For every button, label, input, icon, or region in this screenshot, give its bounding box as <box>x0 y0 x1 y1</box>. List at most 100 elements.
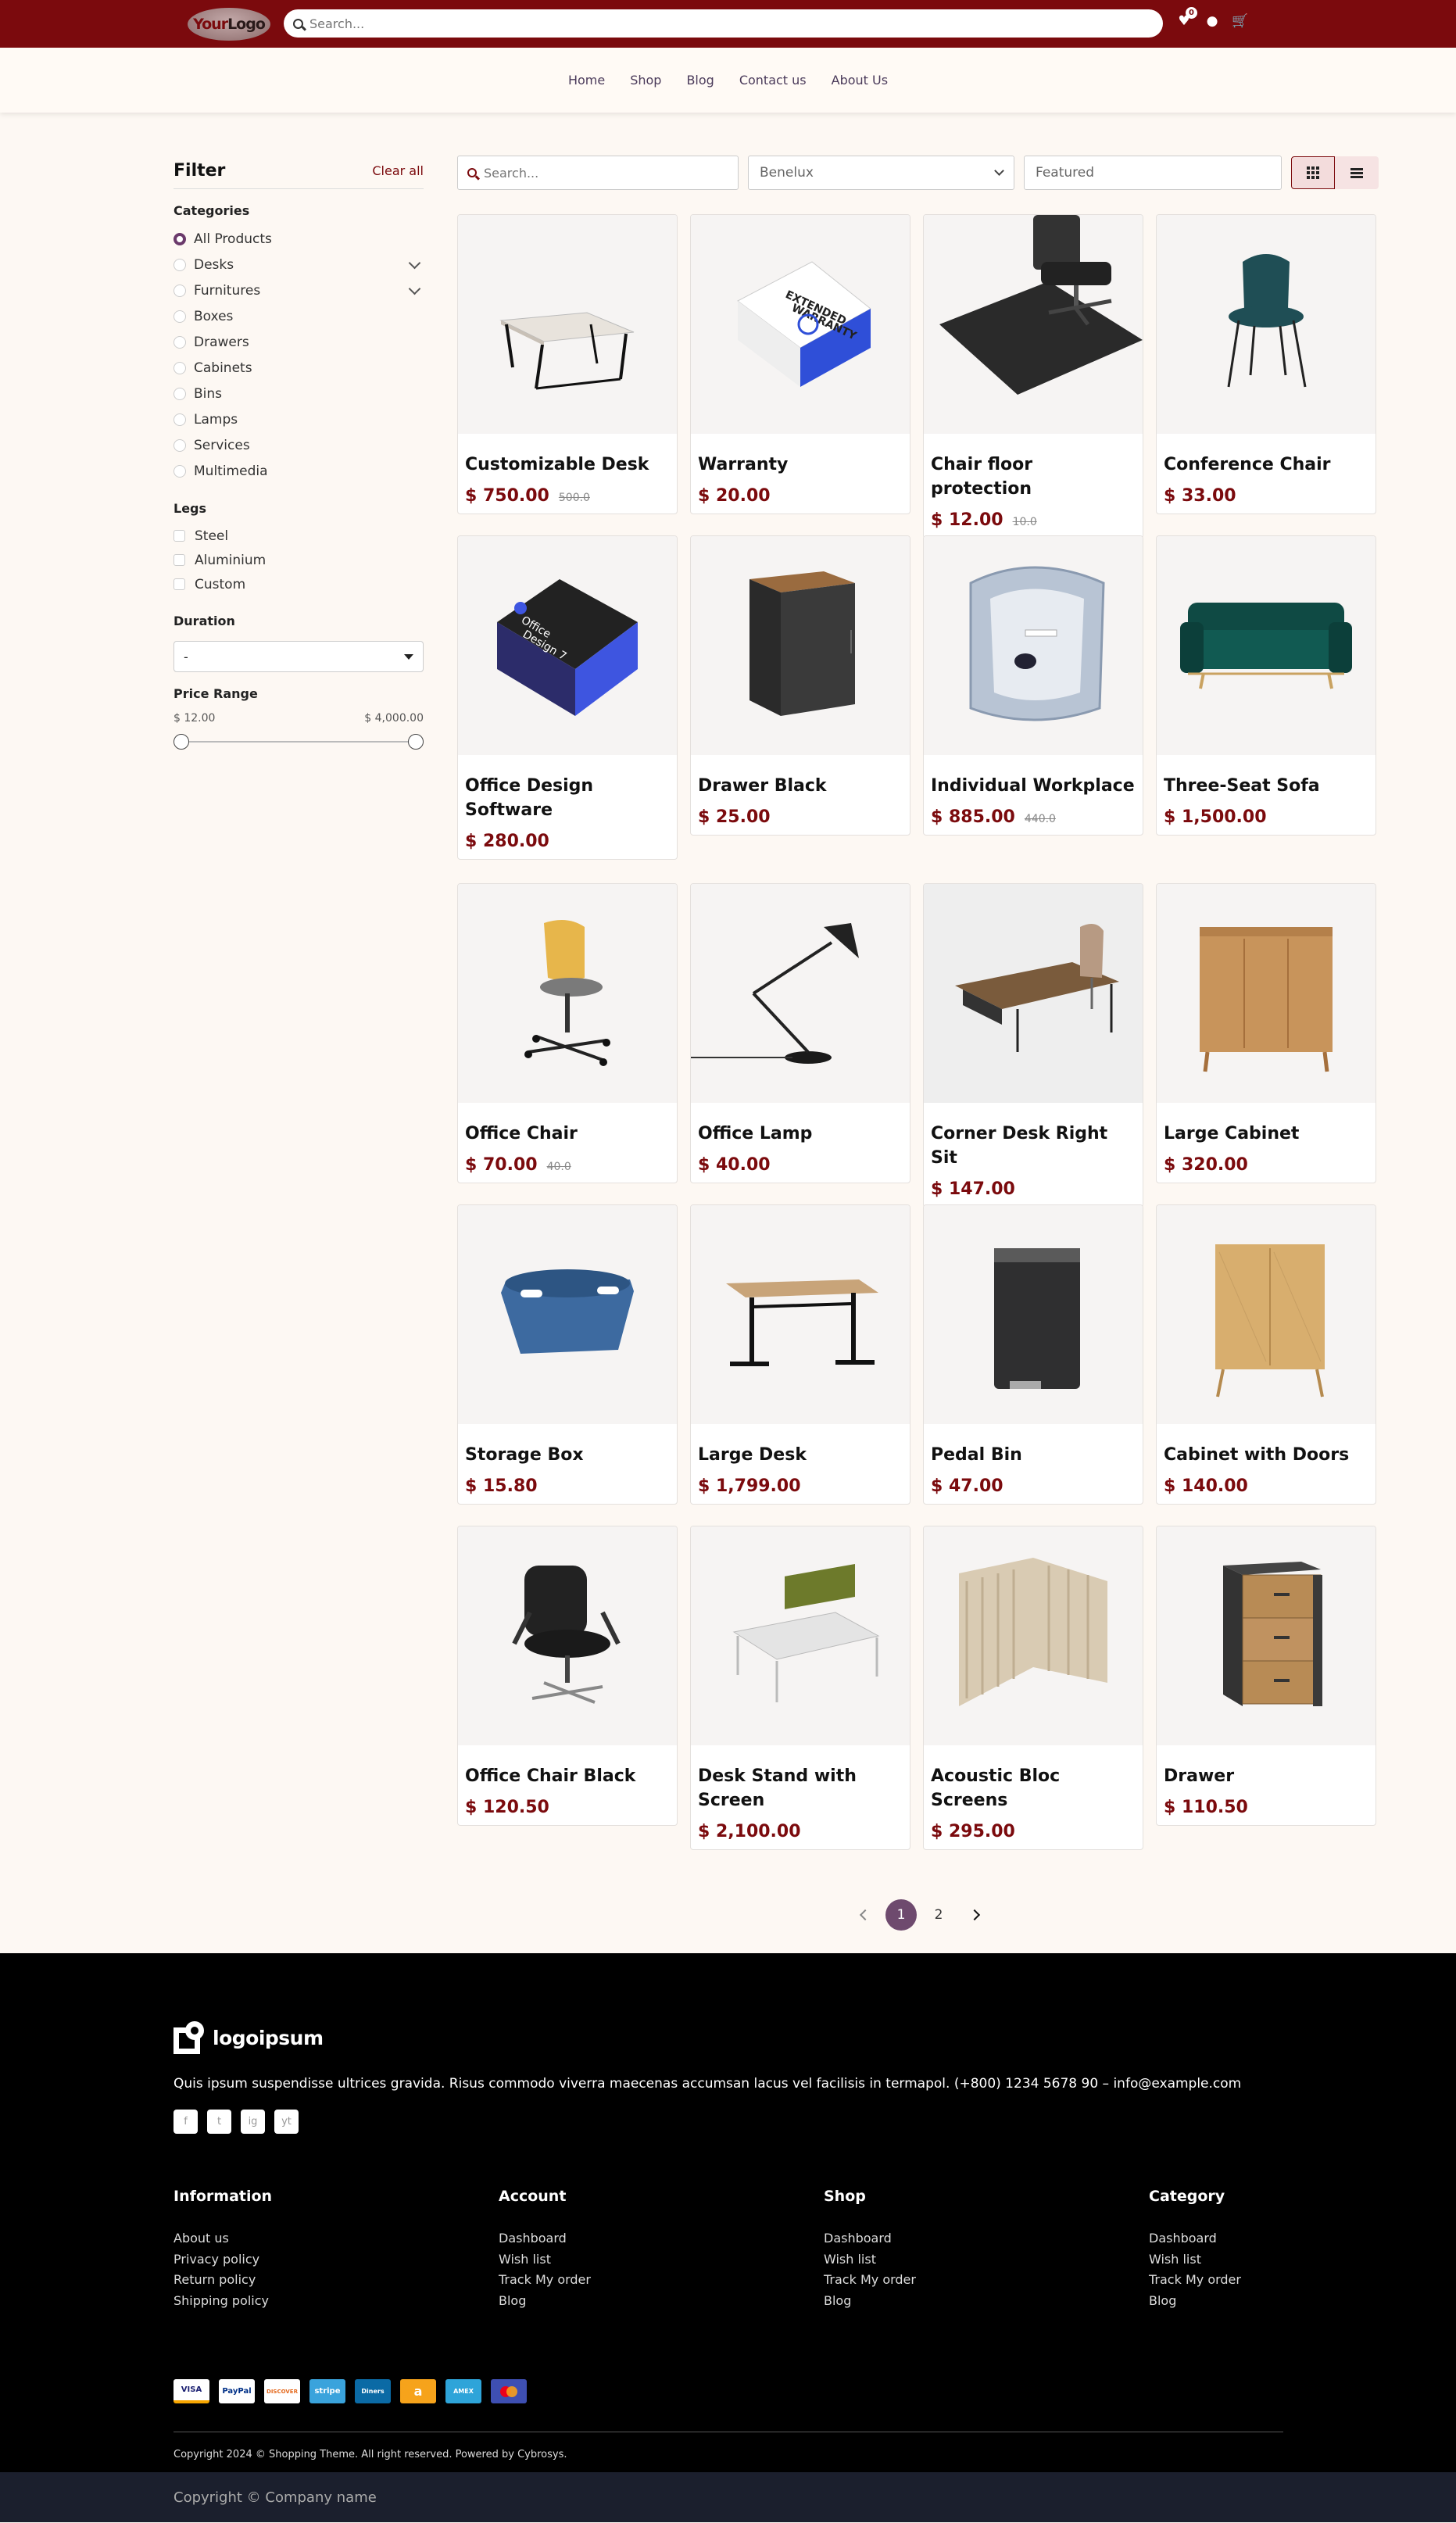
product-card[interactable]: Office Design 7 Office Design Software $ 28… <box>457 535 678 860</box>
radio-button[interactable] <box>174 361 186 374</box>
chevron-down-icon[interactable] <box>408 256 421 270</box>
legs-option[interactable]: Aluminium <box>174 548 424 572</box>
product-image[interactable] <box>924 1526 1143 1745</box>
product-image[interactable] <box>458 884 677 1103</box>
product-image[interactable] <box>1157 215 1376 434</box>
footer-link[interactable]: Shipping policy <box>174 2291 272 2312</box>
product-image[interactable] <box>924 884 1143 1103</box>
product-card[interactable]: Pedal Bin $ 47.00 <box>923 1204 1143 1505</box>
radio-button[interactable] <box>174 387 186 400</box>
product-image[interactable] <box>1157 1526 1376 1745</box>
product-card[interactable]: Individual Workplace $ 885.00 440.0 <box>923 535 1143 836</box>
product-image[interactable] <box>924 215 1143 434</box>
products-search-input[interactable] <box>484 165 734 181</box>
instagram-icon[interactable]: ig <box>241 2110 265 2134</box>
product-card[interactable]: Acoustic Bloc Screens $ 295.00 <box>923 1526 1143 1850</box>
radio-button[interactable] <box>174 335 186 349</box>
legs-option[interactable]: Custom <box>174 572 424 596</box>
product-card[interactable]: Office Lamp $ 40.00 <box>690 883 910 1183</box>
footer-link[interactable]: Blog <box>1149 2291 1241 2312</box>
product-image[interactable]: EXTENDED WARRANTY <box>691 215 910 434</box>
footer-logo[interactable]: logoipsum <box>174 2021 324 2054</box>
category-option[interactable]: Cabinets <box>174 355 424 381</box>
footer-link[interactable]: Wish list <box>499 2249 591 2271</box>
product-name[interactable]: Conference Chair <box>1164 453 1368 477</box>
checkbox[interactable] <box>174 554 185 566</box>
list-view-button[interactable] <box>1335 156 1379 189</box>
checkbox[interactable] <box>174 530 185 542</box>
product-image[interactable] <box>924 536 1143 755</box>
footer-link[interactable]: About us <box>174 2228 272 2249</box>
product-image[interactable]: Office Design 7 <box>458 536 677 755</box>
legs-option[interactable]: Steel <box>174 524 424 548</box>
product-name[interactable]: Customizable Desk <box>465 453 670 477</box>
product-card[interactable]: Drawer $ 110.50 <box>1156 1526 1376 1826</box>
sort-select[interactable]: Featured <box>1024 156 1282 190</box>
category-option[interactable]: Multimedia <box>174 458 424 484</box>
product-image[interactable] <box>691 884 910 1103</box>
page-1-button[interactable]: 1 <box>885 1899 917 1931</box>
product-name[interactable]: Storage Box <box>465 1443 670 1467</box>
product-image[interactable] <box>1157 536 1376 755</box>
radio-button[interactable] <box>174 232 186 245</box>
price-range-slider[interactable] <box>174 734 424 750</box>
twitter-icon[interactable]: t <box>207 2110 231 2134</box>
nav-home[interactable]: Home <box>556 73 617 88</box>
footer-link[interactable]: Track My order <box>824 2270 916 2291</box>
product-name[interactable]: Desk Stand with Screen <box>698 1764 903 1813</box>
product-image[interactable] <box>691 536 910 755</box>
user-icon[interactable]: ● <box>1204 13 1221 30</box>
product-card[interactable]: Desk Stand with Screen $ 2,100.00 <box>690 1526 910 1850</box>
product-image[interactable] <box>691 1526 910 1745</box>
product-image[interactable] <box>1157 1205 1376 1424</box>
cart-icon[interactable]: 🛒 <box>1232 13 1249 30</box>
product-name[interactable]: Three-Seat Sofa <box>1164 774 1368 798</box>
nav-shop[interactable]: Shop <box>617 73 674 88</box>
footer-link[interactable]: Dashboard <box>499 2228 591 2249</box>
product-name[interactable]: Office Design Software <box>465 774 670 822</box>
grid-view-button[interactable] <box>1291 156 1335 189</box>
nav-about[interactable]: About Us <box>819 73 900 88</box>
product-image[interactable] <box>458 1205 677 1424</box>
wishlist-heart-icon[interactable]: ♥ 0 <box>1175 7 1197 30</box>
product-name[interactable]: Chair floor protection <box>931 453 1136 501</box>
nav-contact[interactable]: Contact us <box>727 73 819 88</box>
product-card[interactable]: Cabinet with Doors $ 140.00 <box>1156 1204 1376 1505</box>
footer-link[interactable]: Dashboard <box>1149 2228 1241 2249</box>
product-name[interactable]: Individual Workplace <box>931 774 1136 798</box>
product-name[interactable]: Corner Desk Right Sit <box>931 1122 1136 1170</box>
product-card[interactable]: EXTENDED WARRANTY Warranty $ 20.00 <box>690 214 910 514</box>
footer-link[interactable]: Privacy policy <box>174 2249 272 2271</box>
checkbox[interactable] <box>174 578 185 590</box>
category-option[interactable]: Drawers <box>174 329 424 355</box>
product-image[interactable] <box>458 1526 677 1745</box>
product-card[interactable]: Drawer Black $ 25.00 <box>690 535 910 836</box>
header-search-input[interactable] <box>309 16 1130 31</box>
header-search[interactable] <box>284 9 1163 38</box>
product-name[interactable]: Office Lamp <box>698 1122 903 1146</box>
category-option[interactable]: Boxes <box>174 303 424 329</box>
category-option[interactable]: Services <box>174 432 424 458</box>
footer-link[interactable]: Return policy <box>174 2270 272 2291</box>
product-card[interactable]: Large Cabinet $ 320.00 <box>1156 883 1376 1183</box>
radio-button[interactable] <box>174 284 186 297</box>
prev-page-button[interactable] <box>848 1899 879 1931</box>
product-card[interactable]: Large Desk $ 1,799.00 <box>690 1204 910 1505</box>
product-name[interactable]: Large Cabinet <box>1164 1122 1368 1146</box>
slider-max-handle[interactable] <box>408 734 424 750</box>
product-card[interactable]: Office Chair Black $ 120.50 <box>457 1526 678 1826</box>
footer-link[interactable]: Dashboard <box>824 2228 916 2249</box>
product-name[interactable]: Drawer <box>1164 1764 1368 1788</box>
product-image[interactable] <box>924 1205 1143 1424</box>
chevron-down-icon[interactable] <box>408 282 421 295</box>
product-card[interactable]: Customizable Desk $ 750.00 500.0 <box>457 214 678 514</box>
product-card[interactable]: Office Chair $ 70.00 40.0 <box>457 883 678 1183</box>
product-card[interactable]: Three-Seat Sofa $ 1,500.00 <box>1156 535 1376 836</box>
next-page-button[interactable] <box>961 1899 992 1931</box>
slider-min-handle[interactable] <box>174 734 189 750</box>
products-search[interactable] <box>457 156 739 190</box>
product-image[interactable] <box>458 215 677 434</box>
duration-select[interactable]: - <box>174 641 424 672</box>
category-option[interactable]: Bins <box>174 381 424 406</box>
clear-all-link[interactable]: Clear all <box>372 163 424 178</box>
